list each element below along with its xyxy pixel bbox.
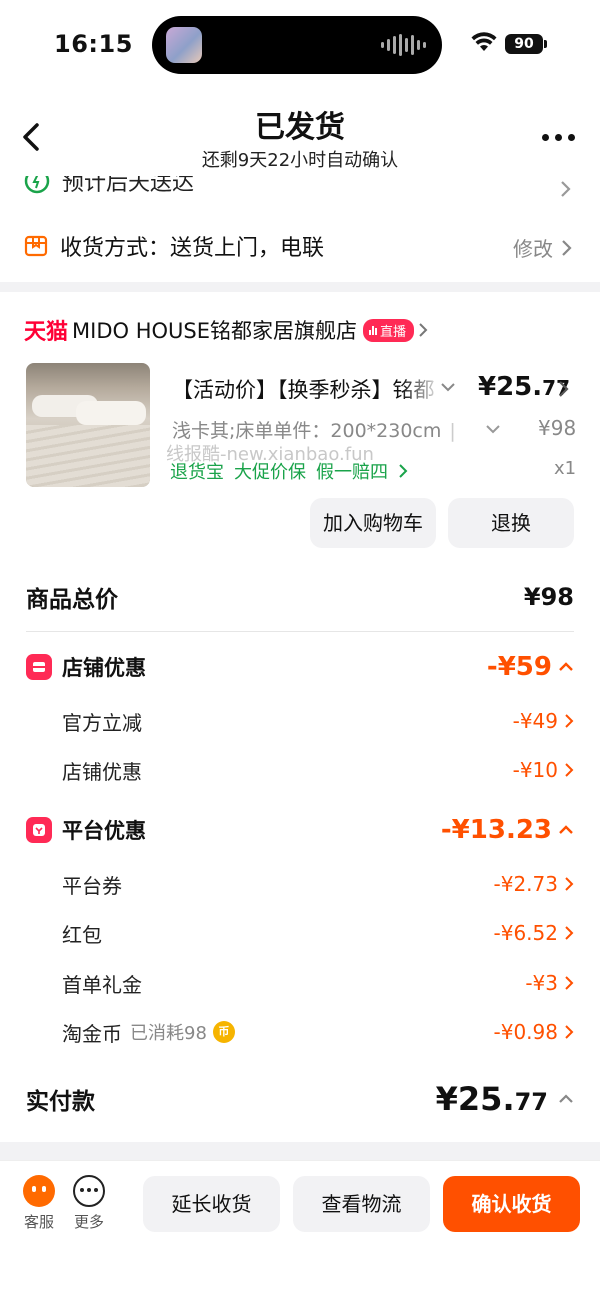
more-dots-icon[interactable]	[542, 134, 575, 141]
discount-item-row[interactable]: 店铺优惠 -¥10	[26, 753, 574, 787]
chevron-right-icon	[561, 181, 571, 197]
live-badge-label: 直播	[380, 324, 407, 340]
wifi-icon	[471, 32, 497, 51]
chevron-right-icon[interactable]	[558, 380, 569, 398]
discount-item-value: -¥0.98	[494, 1015, 574, 1049]
chevron-up-icon	[559, 662, 573, 671]
live-bars-icon	[369, 325, 377, 335]
discount-item-label: 官方立减	[62, 710, 142, 735]
coin-consumed-note: 已消耗98	[130, 1023, 207, 1044]
taojinbi-row[interactable]: 淘金币 已消耗98 币 -¥0.98	[26, 1015, 574, 1049]
original-price: ¥98	[538, 416, 577, 440]
platform-discount-row[interactable]: 平台优惠 -¥13.23	[26, 813, 574, 847]
delivery-card: 预计后天送达 收货方式：送货上门，电联 修改	[0, 176, 600, 282]
amount-paid-label: 实付款	[26, 1089, 95, 1115]
chevron-down-icon[interactable]	[485, 424, 501, 434]
delivery-estimate-text: 预计后天送达	[62, 176, 195, 196]
page-header: 已发货 还剩9天22小时自动确认	[0, 90, 600, 176]
coin-icon: 币	[212, 1021, 235, 1043]
service-icon	[23, 1175, 55, 1207]
auto-confirm-countdown: 还剩9天22小时自动确认	[201, 150, 399, 171]
battery-icon: 90	[505, 34, 547, 54]
discount-item-row[interactable]: 红包 -¥6.52	[26, 916, 574, 950]
store-discount-row[interactable]: 店铺优惠 -¥59	[26, 650, 574, 684]
amount-paid-row[interactable]: 实付款 ¥25.77	[26, 1080, 574, 1118]
live-badge[interactable]: 直播	[363, 318, 415, 342]
edit-label: 修改	[513, 237, 553, 261]
discount-item-value: -¥3	[525, 966, 574, 1000]
discount-item-label: 淘金币	[62, 1021, 122, 1046]
confirm-receipt-button[interactable]: 确认收货	[443, 1176, 580, 1232]
store-discount-label: 店铺优惠	[62, 656, 146, 680]
order-card: 天猫 MIDO HOUSE铭都家居旗舰店 直播 【活动价】【换季秒杀】铭都 ¥2…	[0, 292, 600, 1142]
product-paid-price: ¥25.77	[478, 372, 570, 402]
chevron-down-icon[interactable]	[440, 382, 456, 392]
discount-item-label: 首单礼金	[62, 972, 142, 997]
audio-wave-icon	[381, 34, 426, 56]
chevron-right-icon	[565, 976, 574, 990]
edit-shipping-link[interactable]: 修改	[513, 233, 572, 262]
more-label: 更多	[73, 1213, 104, 1231]
discount-item-row[interactable]: 官方立减 -¥49	[26, 704, 574, 738]
extend-receipt-button[interactable]: 延长收货	[143, 1176, 280, 1232]
coupon-icon	[26, 817, 52, 843]
product-image[interactable]	[26, 363, 150, 487]
discount-item-value: -¥10	[513, 753, 574, 787]
service-label: 客服	[23, 1213, 54, 1231]
view-logistics-button[interactable]: 查看物流	[293, 1176, 430, 1232]
chevron-up-icon	[559, 1094, 573, 1103]
tag-authenticity: 假一赔四	[316, 462, 388, 483]
add-to-cart-button[interactable]: 加入购物车	[310, 498, 436, 548]
platform-discount-label: 平台优惠	[62, 819, 146, 843]
box-icon	[24, 235, 48, 257]
shop-name: MIDO HOUSE铭都家居旗舰店	[72, 319, 357, 343]
chevron-right-icon	[399, 464, 408, 478]
service-tags[interactable]: 退货宝 大促价保 假一赔四	[170, 458, 408, 484]
discount-item-row[interactable]: 平台券 -¥2.73	[26, 867, 574, 901]
dynamic-island[interactable]	[152, 16, 442, 74]
discount-item-value: -¥49	[513, 704, 574, 738]
goods-total-row: 商品总价 ¥98	[26, 580, 574, 614]
platform-discount-value: -¥13.23	[441, 813, 574, 847]
tag-return-insurance: 退货宝	[170, 462, 224, 483]
goods-total-value: ¥98	[523, 583, 574, 611]
more-button[interactable]: 更多	[69, 1175, 109, 1232]
divider	[26, 631, 574, 632]
chevron-right-icon	[565, 877, 574, 891]
customer-service-button[interactable]: 客服	[19, 1175, 59, 1232]
amount-paid-value: ¥25.77	[436, 1080, 574, 1118]
status-time: 16:15	[54, 30, 133, 58]
product-quantity: x1	[554, 458, 577, 479]
chevron-right-icon	[419, 323, 428, 337]
delivery-estimate-row[interactable]: 预计后天送达	[24, 176, 194, 196]
bottom-action-bar: 客服 更多 延长收货 查看物流 确认收货	[0, 1160, 600, 1300]
now-playing-artwork	[166, 27, 202, 63]
page-title: 已发货	[255, 110, 345, 145]
chevron-right-icon	[565, 1025, 574, 1039]
discount-item-value: -¥6.52	[494, 916, 574, 950]
store-icon	[26, 654, 52, 680]
discount-item-row[interactable]: 首单礼金 -¥3	[26, 966, 574, 1000]
more-circle-icon	[73, 1175, 105, 1207]
store-discount-value: -¥59	[487, 650, 574, 684]
return-exchange-button[interactable]: 退换	[448, 498, 574, 548]
product-title[interactable]: 【活动价】【换季秒杀】铭都	[172, 374, 442, 404]
tmall-logo: 天猫	[24, 320, 69, 345]
shipping-method-row[interactable]: 收货方式：送货上门，电联 修改	[24, 226, 576, 266]
chevron-right-icon	[565, 763, 574, 777]
goods-total-label: 商品总价	[26, 587, 118, 613]
shop-header[interactable]: 天猫 MIDO HOUSE铭都家居旗舰店 直播	[24, 316, 428, 345]
discount-item-label: 平台券	[62, 873, 122, 898]
clock-icon	[24, 176, 50, 194]
discount-item-value: -¥2.73	[494, 867, 574, 901]
status-bar: 16:15 90	[0, 0, 600, 90]
tag-price-protection: 大促价保	[234, 462, 306, 483]
chevron-right-icon	[565, 714, 574, 728]
chevron-right-icon	[565, 926, 574, 940]
shipping-method-label: 收货方式：送货上门，电联	[60, 236, 325, 261]
discount-item-label: 店铺优惠	[62, 759, 142, 784]
chevron-up-icon	[559, 825, 573, 834]
discount-item-label: 红包	[62, 922, 102, 947]
chevron-right-icon	[562, 239, 572, 256]
